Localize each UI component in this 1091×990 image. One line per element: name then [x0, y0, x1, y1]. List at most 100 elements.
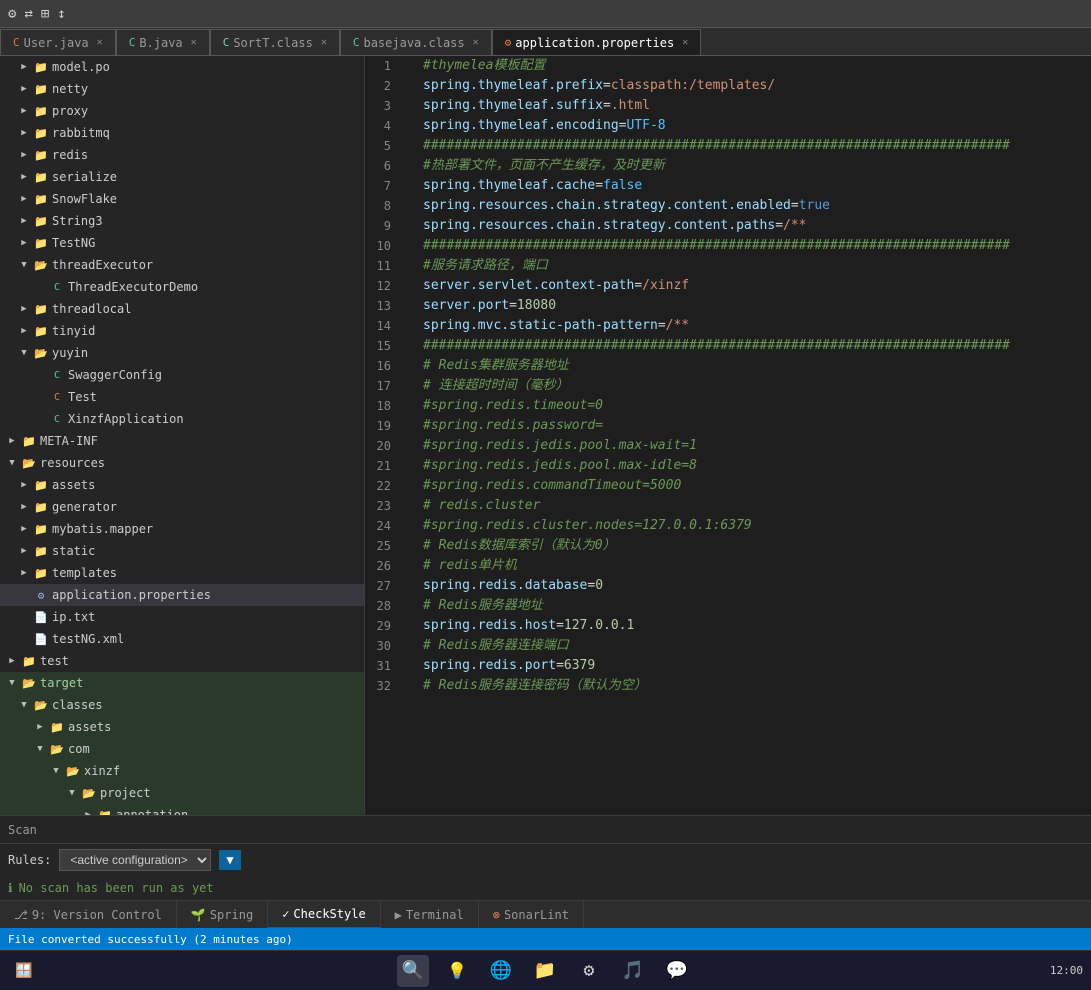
taskbar-browser-icon[interactable]: 🌐: [485, 955, 517, 987]
tab-close-icon[interactable]: ✕: [473, 37, 479, 48]
chevron-down-icon: ▼: [16, 257, 32, 273]
folder-icon: 📁: [32, 476, 50, 494]
toolbar-settings-icon[interactable]: ⚙: [8, 6, 16, 22]
code-line-6: #热部署文件，页面不产生缓存，及时更新: [423, 156, 1075, 176]
taskbar-files-icon[interactable]: 📁: [529, 955, 561, 987]
sidebar-item-assets[interactable]: ▶ 📁 assets: [0, 474, 364, 496]
code-line-14: spring.mvc.static-path-pattern=/**: [423, 316, 1075, 336]
code-line-29: spring.redis.host=127.0.0.1: [423, 616, 1075, 636]
chevron-right-icon: ▶: [16, 169, 32, 185]
sidebar-item-project[interactable]: ▼ 📂 project: [0, 782, 364, 804]
tab-sonarlint[interactable]: ⊗ SonarLint: [479, 901, 584, 929]
sidebar-item-proxy[interactable]: ▶ 📁 proxy: [0, 100, 364, 122]
chevron-down-icon: ▼: [32, 741, 48, 757]
sidebar-item-resources[interactable]: ▼ 📂 resources: [0, 452, 364, 474]
tab-version-control[interactable]: ⎇ 9: Version Control: [0, 901, 177, 929]
taskbar-clock: 12:00: [1050, 964, 1083, 977]
tab-user-java[interactable]: C User.java ✕: [0, 29, 116, 55]
taskbar-search-icon[interactable]: 🔍: [397, 955, 429, 987]
tab-label: B.java: [139, 36, 182, 50]
toolbar-split-icon[interactable]: ↕: [57, 6, 65, 22]
chevron-right-icon: ▶: [16, 521, 32, 537]
chevron-right-icon: ▶: [16, 235, 32, 251]
sidebar-item-annotation[interactable]: ▶ 📁 annotation: [0, 804, 364, 815]
java-c-icon: C: [48, 366, 66, 384]
code-line-22: #spring.redis.commandTimeout=5000: [423, 476, 1075, 496]
top-toolbar: ⚙ ⇄ ⊞ ↕: [0, 0, 1091, 28]
sonarlint-icon: ⊗: [493, 908, 500, 922]
code-line-16: # Redis集群服务器地址: [423, 356, 1075, 376]
tab-b-java[interactable]: C B.java ✕: [116, 29, 210, 55]
sidebar-item-model-po[interactable]: ▶ 📁 model.po: [0, 56, 364, 78]
sidebar-item-yuyin[interactable]: ▼ 📂 yuyin: [0, 342, 364, 364]
rules-select[interactable]: <active configuration>: [59, 849, 211, 871]
taskbar-intellij-icon[interactable]: 💡: [441, 955, 473, 987]
sidebar-item-meta-inf[interactable]: ▶ 📁 META-INF: [0, 430, 364, 452]
sidebar-item-classes-assets[interactable]: ▶ 📁 assets: [0, 716, 364, 738]
tab-checkstyle[interactable]: ✓ CheckStyle: [268, 901, 380, 929]
folder-icon: 📁: [32, 212, 50, 230]
code-line-5: ########################################…: [423, 136, 1075, 156]
sidebar-item-swaggerconfig[interactable]: C SwaggerConfig: [0, 364, 364, 386]
code-line-15: ########################################…: [423, 336, 1075, 356]
chevron-right-icon: ▶: [16, 191, 32, 207]
sidebar-item-threadexecutor[interactable]: ▼ 📂 threadExecutor: [0, 254, 364, 276]
code-line-7: spring.thymeleaf.cache=false: [423, 176, 1075, 196]
code-line-4: spring.thymeleaf.encoding=UTF-8: [423, 116, 1075, 136]
taskbar-gear-icon[interactable]: ⚙: [573, 955, 605, 987]
sidebar-item-xinzf[interactable]: ▼ 📂 xinzf: [0, 760, 364, 782]
sidebar-item-generator[interactable]: ▶ 📁 generator: [0, 496, 364, 518]
sidebar-item-threadlocal[interactable]: ▶ 📁 threadlocal: [0, 298, 364, 320]
chevron-right-icon: ▶: [80, 807, 96, 815]
sidebar-item-xinzfapplication[interactable]: C XinzfApplication: [0, 408, 364, 430]
sidebar-item-tinyid[interactable]: ▶ 📁 tinyid: [0, 320, 364, 342]
code-content[interactable]: #thymelea模板配置 spring.thymeleaf.prefix=cl…: [407, 56, 1091, 815]
sidebar-item-testng[interactable]: ▶ 📁 TestNG: [0, 232, 364, 254]
chevron-right-icon: ▶: [4, 433, 20, 449]
sidebar-item-snowflake[interactable]: ▶ 📁 SnowFlake: [0, 188, 364, 210]
chevron-right-icon: ▶: [16, 59, 32, 75]
sidebar-item-serialize[interactable]: ▶ 📁 serialize: [0, 166, 364, 188]
folder-icon: 📁: [32, 234, 50, 252]
tab-close-icon[interactable]: ✕: [97, 37, 103, 48]
sidebar-item-target[interactable]: ▼ 📂 target: [0, 672, 364, 694]
start-button[interactable]: 🪟: [8, 955, 40, 987]
sidebar-item-com[interactable]: ▼ 📂 com: [0, 738, 364, 760]
tab-terminal[interactable]: ▶ Terminal: [381, 901, 479, 929]
folder-open-icon: 📂: [32, 256, 50, 274]
tab-application-properties[interactable]: ⚙ application.properties ✕: [492, 29, 702, 55]
sidebar-item-mybatis-mapper[interactable]: ▶ 📁 mybatis.mapper: [0, 518, 364, 540]
taskbar-chat-icon[interactable]: 💬: [661, 955, 693, 987]
sidebar-item-string3[interactable]: ▶ 📁 String3: [0, 210, 364, 232]
sidebar-item-rabbitmq[interactable]: ▶ 📁 rabbitmq: [0, 122, 364, 144]
sidebar-item-redis[interactable]: ▶ 📁 redis: [0, 144, 364, 166]
tab-basejava-class[interactable]: C basejava.class ✕: [340, 29, 492, 55]
toolbar-sync-icon[interactable]: ⇄: [24, 6, 32, 22]
tab-close-icon[interactable]: ✕: [682, 37, 688, 48]
sidebar-item-static[interactable]: ▶ 📁 static: [0, 540, 364, 562]
props-file-icon: ⚙: [32, 586, 50, 604]
taskbar-music-icon[interactable]: 🎵: [617, 955, 649, 987]
sidebar-item-threadexecutordemo[interactable]: C ThreadExecutorDemo: [0, 276, 364, 298]
tab-close-icon[interactable]: ✕: [191, 37, 197, 48]
sidebar-item-classes[interactable]: ▼ 📂 classes: [0, 694, 364, 716]
taskbar-center: 🔍 💡 🌐 📁 ⚙ 🎵 💬: [397, 955, 693, 987]
sidebar-item-templates[interactable]: ▶ 📁 templates: [0, 562, 364, 584]
sidebar-item-test-class[interactable]: C Test: [0, 386, 364, 408]
tab-sortt-class[interactable]: C SortT.class ✕: [210, 29, 340, 55]
sidebar-item-test-folder[interactable]: ▶ 📁 test: [0, 650, 364, 672]
tab-spring[interactable]: 🌱 Spring: [177, 901, 268, 929]
sidebar-item-netty[interactable]: ▶ 📁 netty: [0, 78, 364, 100]
sidebar-item-application-properties[interactable]: ⚙ application.properties: [0, 584, 364, 606]
java-file-icon: C: [48, 278, 66, 296]
dropdown-arrow-icon[interactable]: ▼: [219, 850, 240, 870]
tab-close-icon[interactable]: ✕: [321, 37, 327, 48]
folder-icon: 📁: [32, 80, 50, 98]
folder-icon: 📁: [48, 718, 66, 736]
sidebar-item-testng-xml[interactable]: 📄 testNG.xml: [0, 628, 364, 650]
sidebar-item-ip-txt[interactable]: 📄 ip.txt: [0, 606, 364, 628]
no-scan-message: ℹ No scan has been run as yet: [0, 876, 1091, 900]
toolbar-layout-icon[interactable]: ⊞: [41, 6, 49, 22]
tab-props-icon: ⚙: [505, 36, 512, 49]
code-line-9: spring.resources.chain.strategy.content.…: [423, 216, 1075, 236]
